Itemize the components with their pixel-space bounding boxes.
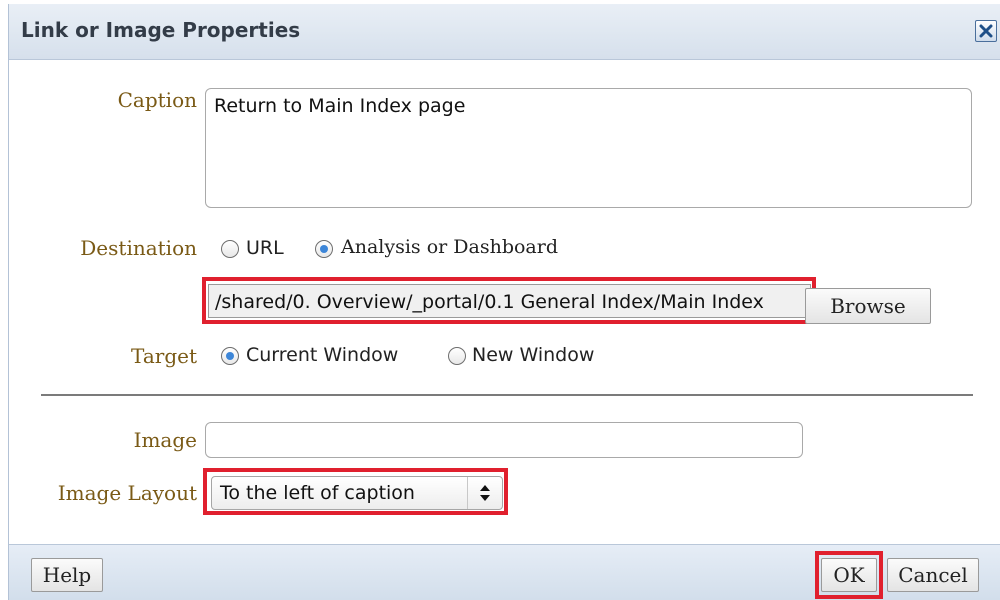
destination-label: Destination	[80, 236, 197, 260]
image-input[interactable]	[205, 422, 803, 458]
radio-target-current-label[interactable]: Current Window	[246, 344, 398, 366]
help-button[interactable]: Help	[31, 558, 103, 592]
ok-button-highlight	[815, 551, 883, 599]
browse-button[interactable]: Browse	[805, 288, 931, 324]
close-icon	[979, 24, 993, 38]
link-image-properties-dialog: Link or Image Properties Caption Return …	[8, 4, 1000, 600]
radio-destination-analysis[interactable]	[315, 240, 333, 258]
dialog-footer: Help OK Cancel	[9, 544, 1000, 600]
help-button-label: Help	[42, 563, 92, 587]
cancel-button[interactable]: Cancel	[887, 558, 979, 592]
cancel-button-label: Cancel	[898, 563, 968, 587]
target-label: Target	[131, 344, 197, 368]
image-layout-label: Image Layout	[57, 481, 197, 505]
caption-value: Return to Main Index page	[214, 95, 466, 117]
image-label: Image	[133, 428, 197, 452]
image-layout-highlight	[203, 468, 508, 515]
dialog-title: Link or Image Properties	[21, 18, 301, 42]
section-divider	[41, 394, 973, 396]
caption-label: Caption	[117, 88, 197, 112]
browse-button-label: Browse	[830, 294, 906, 318]
dialog-titlebar: Link or Image Properties	[9, 4, 1000, 60]
radio-destination-url[interactable]	[221, 240, 239, 258]
radio-destination-url-label[interactable]: URL	[246, 237, 284, 259]
destination-path-highlight	[202, 277, 816, 324]
radio-target-new-label[interactable]: New Window	[472, 344, 594, 366]
radio-target-current[interactable]	[221, 347, 239, 365]
radio-target-new[interactable]	[448, 347, 466, 365]
close-button[interactable]	[975, 20, 997, 42]
radio-destination-analysis-label[interactable]: Analysis or Dashboard	[341, 236, 558, 258]
caption-textarea[interactable]: Return to Main Index page	[205, 88, 972, 208]
